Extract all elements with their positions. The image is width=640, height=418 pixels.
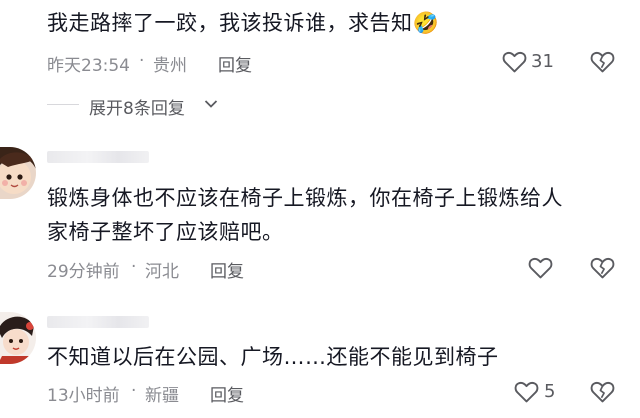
comment-1-location: 贵州 — [153, 56, 187, 76]
broken-heart-icon[interactable] — [590, 50, 615, 73]
comment-3-text: 不知道以后在公园、广场……还能不能见到椅子 — [47, 345, 499, 369]
separator-dot: · — [131, 381, 137, 401]
blurred-username — [47, 316, 149, 328]
chevron-down-icon[interactable] — [204, 99, 218, 109]
heart-outline-icon[interactable] — [502, 50, 527, 73]
separator-dot: · — [139, 51, 145, 71]
comment-2-text-line1: 锻炼身体也不应该在椅子上锻炼，你在椅子上锻炼给人 — [47, 186, 563, 210]
separator-dot: · — [131, 257, 137, 277]
comment-3-location: 新疆 — [145, 386, 179, 406]
comment-3-like-count: 5 — [544, 381, 556, 402]
blurred-username — [47, 151, 149, 163]
expand-divider — [47, 104, 79, 105]
comment-2-time: 29分钟前 — [47, 262, 120, 282]
comment-1-time: 昨天23:54 — [47, 56, 130, 76]
comment-1-text: 我走路摔了一跤，我该投诉谁，求告知🤣 — [47, 11, 440, 35]
comment-1-like-count: 31 — [531, 51, 554, 72]
heart-outline-icon[interactable] — [528, 256, 553, 279]
comment-2-reply-button[interactable]: 回复 — [210, 257, 244, 282]
comment-1-reply-button[interactable]: 回复 — [218, 51, 252, 76]
comment-2-text-line2: 家椅子整坏了应该赔吧。 — [47, 220, 284, 244]
avatar[interactable] — [0, 312, 36, 364]
heart-outline-icon[interactable] — [514, 380, 539, 403]
expand-replies-button[interactable]: 展开8条回复 — [89, 94, 185, 119]
broken-heart-icon[interactable] — [590, 256, 615, 279]
comment-3-time: 13小时前 — [47, 386, 120, 406]
comment-2-location: 河北 — [145, 262, 179, 282]
broken-heart-icon[interactable] — [590, 380, 615, 403]
comment-3-reply-button[interactable]: 回复 — [210, 381, 244, 406]
avatar[interactable] — [0, 147, 36, 199]
